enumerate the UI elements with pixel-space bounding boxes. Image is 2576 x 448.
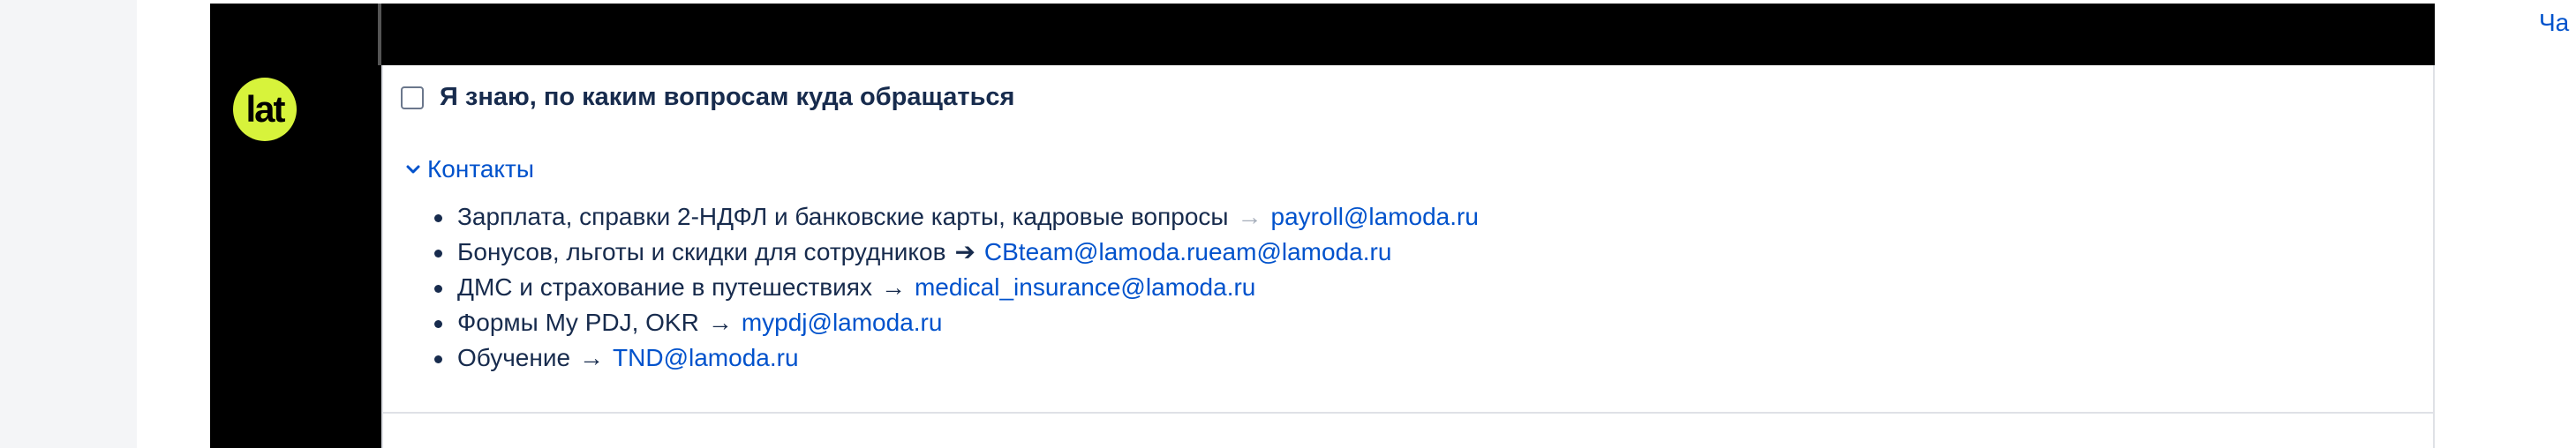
chevron-down-icon — [406, 165, 420, 174]
avatar-cell: lat — [210, 65, 381, 448]
arrow-icon: → — [880, 273, 906, 301]
email-link[interactable]: TND@lamoda.ru — [613, 344, 798, 371]
email-link[interactable]: CBteam@lamoda.rueam@lamoda.ru — [984, 238, 1391, 265]
lamoda-logo: lat — [233, 78, 297, 141]
list-item: ДМС и страхование в путешествиях → medical… — [434, 270, 1479, 305]
table-header-row — [210, 4, 2435, 65]
expand-label: Контакты — [427, 155, 534, 183]
task-row: Я знаю, по каким вопросам куда обращатьс… — [401, 83, 1014, 112]
next-row-content — [381, 414, 2435, 448]
arrow-icon: → — [1237, 203, 1262, 230]
email-link[interactable]: payroll@lamoda.ru — [1271, 203, 1479, 230]
list-item: Формы My PDJ, OKR → mypdj@lamoda.ru — [434, 305, 1479, 340]
contacts-cell: Я знаю, по каким вопросам куда обращатьс… — [381, 65, 2435, 414]
list-item: Зарплата, справки 2-НДФЛ и банковские ка… — [434, 199, 1479, 235]
contact-topic: Формы My PDJ, OKR — [457, 309, 699, 336]
logo-text: lat — [245, 88, 285, 130]
side-nav-link[interactable]: Ча — [2539, 9, 2569, 37]
task-label: Я знаю, по каким вопросам куда обращатьс… — [440, 83, 1015, 111]
contact-topic: ДМС и страхование в путешествиях — [457, 273, 872, 301]
list-item: Обучение → TND@lamoda.ru — [434, 340, 1479, 376]
table-header-divider — [378, 4, 381, 65]
arrow-icon: ➔ — [954, 238, 975, 265]
contact-topic: Бонусов, льготы и скидки для сотрудников — [457, 238, 946, 265]
arrow-icon: → — [579, 344, 605, 371]
contacts-list: Зарплата, справки 2-НДФЛ и банковские ка… — [434, 199, 1479, 376]
contact-topic: Обучение — [457, 344, 571, 371]
arrow-icon: → — [707, 309, 733, 336]
task-checkbox[interactable] — [401, 86, 424, 109]
next-row-cell — [210, 414, 381, 448]
email-link[interactable]: mypdj@lamoda.ru — [742, 309, 943, 336]
list-item: Бонусов, льготы и скидки для сотрудников… — [434, 235, 1479, 270]
contact-topic: Зарплата, справки 2-НДФЛ и банковские ка… — [457, 203, 1229, 230]
left-gutter — [0, 0, 137, 448]
contacts-expand-toggle[interactable]: Контакты — [406, 155, 534, 183]
email-link[interactable]: medical_insurance@lamoda.ru — [915, 273, 1255, 301]
